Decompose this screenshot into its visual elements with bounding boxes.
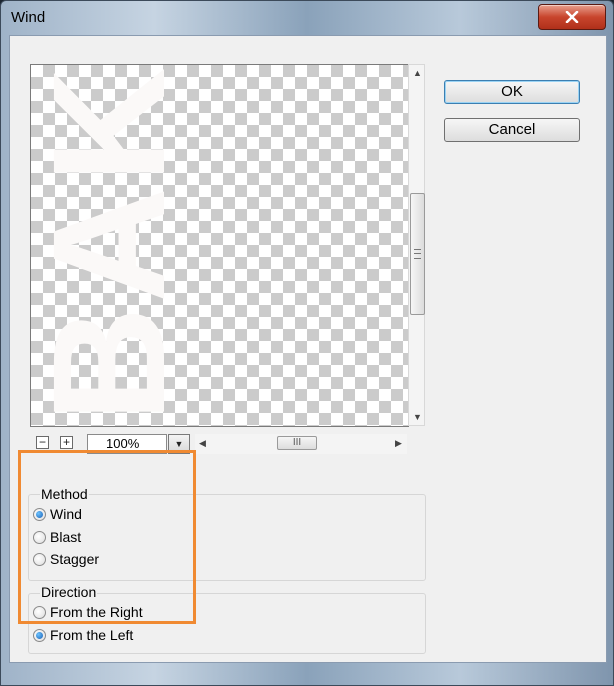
close-icon: [565, 11, 579, 23]
cancel-button[interactable]: Cancel: [444, 118, 580, 142]
title-bar[interactable]: Wind: [1, 1, 613, 35]
horizontal-scroll-thumb[interactable]: III: [277, 436, 317, 450]
window-title: Wind: [11, 9, 46, 26]
chevron-down-icon: ▼: [174, 439, 184, 449]
radio-selected-icon[interactable]: [33, 628, 46, 642]
vertical-scroll-thumb[interactable]: [410, 193, 425, 315]
grip-icon: [414, 249, 421, 259]
preview-watermark: BAK: [30, 64, 198, 423]
scroll-right-arrow-icon[interactable]: ▶: [395, 439, 402, 448]
scroll-left-arrow-icon[interactable]: ◀: [199, 439, 206, 448]
scroll-down-arrow-icon[interactable]: ▼: [413, 413, 422, 422]
wind-dialog: Wind BAK ▲ ▼ − + 100% ▼ ◀ III ▶ OK Cance…: [0, 0, 614, 686]
ok-button[interactable]: OK: [444, 80, 580, 104]
annotation-highlight-box: [18, 450, 196, 624]
zoom-out-button[interactable]: −: [36, 436, 49, 449]
preview-vertical-scrollbar[interactable]: ▲ ▼: [408, 64, 425, 426]
direction-option-from-the-left[interactable]: From the Left: [33, 627, 133, 643]
close-button[interactable]: [538, 4, 606, 30]
direction-option-label: From the Left: [50, 627, 134, 643]
scroll-up-arrow-icon[interactable]: ▲: [413, 69, 422, 78]
preview-area[interactable]: BAK: [30, 64, 409, 427]
zoom-in-button[interactable]: +: [60, 436, 73, 449]
preview-horizontal-scrollbar[interactable]: ◀ III ▶: [195, 434, 407, 454]
